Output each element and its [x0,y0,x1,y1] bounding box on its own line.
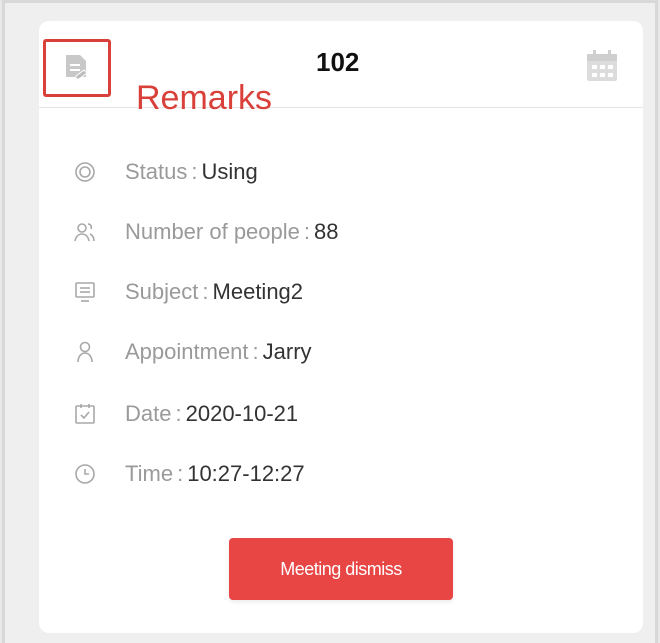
people-icon [74,223,95,242]
card-header: Remarks 102 [39,21,643,117]
info-value: Jarry [262,339,312,364]
calendar-icon[interactable] [585,49,619,83]
info-label: Subject [125,279,199,304]
info-row-subject: Subject: Meeting2 [39,275,643,309]
info-row-date: Date:2020-10-21 [39,397,643,431]
info-time-text: Time:10:27-12:27 [125,460,305,488]
meeting-dismiss-button[interactable]: Meeting dismiss [229,538,453,600]
info-date-text: Date:2020-10-21 [125,400,298,428]
info-label: Time [125,461,174,486]
info-separator: : [191,159,198,184]
info-separator: : [177,461,184,486]
info-label: Appointment [125,339,249,364]
clock-icon [75,464,95,484]
info-subject-text: Subject: Meeting2 [125,278,303,306]
info-value: 88 [314,219,339,244]
info-label: Number of people [125,219,300,244]
info-separator: : [175,401,182,426]
info-separator: : [303,219,311,244]
info-appointment-text: Appointment: Jarry [125,338,312,366]
info-separator: : [252,339,259,364]
room-number: 102 [316,47,360,77]
meeting-room-card: Remarks 102 Status: Using Number of peop… [39,21,643,633]
info-value: 2020-10-21 [185,401,299,426]
info-row-appointment: Appointment: Jarry [39,335,643,369]
info-people-text: Number of people:88 [125,218,339,246]
status-icon [75,162,95,182]
remarks-annotation-label: Remarks [136,79,273,117]
info-row-status: Status: Using [39,155,643,189]
info-status-text: Status: Using [125,158,258,186]
info-value: Meeting2 [212,279,304,304]
info-value: Using [201,159,258,184]
info-value: 10:27-12:27 [187,461,305,486]
subject-icon [75,282,95,302]
info-row-time: Time:10:27-12:27 [39,457,643,491]
info-separator: : [202,279,209,304]
info-label: Date [125,401,172,426]
remarks-highlight-box [43,39,111,97]
date-icon [75,404,95,424]
document-edit-icon[interactable] [62,54,90,84]
info-label: Status [125,159,188,184]
info-row-people: Number of people:88 [39,215,643,249]
user-icon [77,341,93,363]
page-frame: Remarks 102 Status: Using Number of peop… [2,0,658,643]
